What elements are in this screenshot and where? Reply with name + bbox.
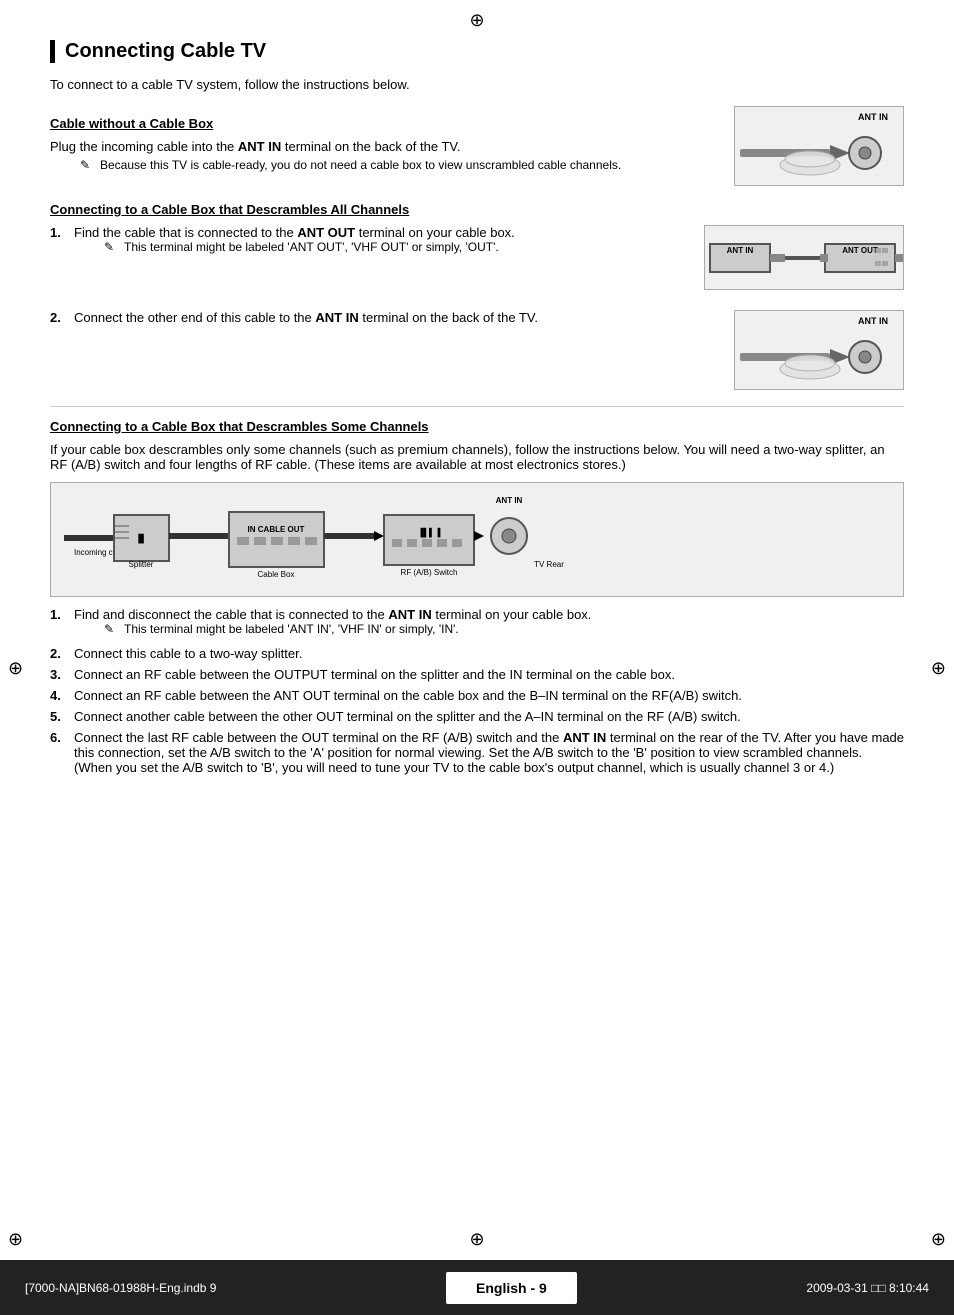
footer-center: English - 9	[476, 1280, 547, 1296]
section3: Connecting to a Cable Box that Descrambl…	[50, 419, 904, 775]
step-number-2: 2.	[50, 310, 74, 325]
intro-text: To connect to a cable TV system, follow …	[50, 77, 904, 92]
ant-out-diagram: ANT IN ANT OUT	[704, 225, 904, 290]
section2: Connecting to a Cable Box that Descrambl…	[50, 202, 904, 390]
s3-step4-content: Connect an RF cable between the ANT OUT …	[74, 688, 904, 703]
step-content: Find the cable that is connected to the …	[74, 225, 684, 258]
reg-mark-right: ⊕	[931, 658, 946, 679]
svg-text:▐▌▌▐: ▐▌▌▐	[418, 527, 441, 538]
footer-bar: [7000-NA]BN68-01988H-Eng.indb 9 English …	[0, 1260, 954, 1315]
svg-text:ANT OUT: ANT OUT	[842, 246, 878, 255]
section3-title: Connecting to a Cable Box that Descrambl…	[50, 419, 904, 434]
main-diagram: Incoming cable ▐▌ Splitter IN CABLE OUT	[50, 482, 904, 597]
s3-step-num-4: 4.	[50, 688, 74, 703]
s3-step-num-3: 3.	[50, 667, 74, 682]
section2-step2: 2. Connect the other end of this cable t…	[50, 310, 714, 325]
s3-step2-content: Connect this cable to a two-way splitter…	[74, 646, 904, 661]
section3-intro: If your cable box descrambles only some …	[50, 442, 904, 472]
reg-mark-left: ⊕	[8, 658, 23, 679]
section2-step2-row: 2. Connect the other end of this cable t…	[50, 310, 904, 390]
footer-center-box: English - 9	[446, 1272, 577, 1304]
svg-text:IN CABLE OUT: IN CABLE OUT	[248, 525, 305, 534]
section2-step1-content: 1. Find the cable that is connected to t…	[50, 225, 704, 264]
section2-step1: 1. Find the cable that is connected to t…	[50, 225, 684, 258]
svg-text:ANT IN: ANT IN	[496, 496, 523, 505]
s3-step-num-2: 2.	[50, 646, 74, 661]
section3-note1: ✎ This terminal might be labeled 'ANT IN…	[104, 622, 904, 636]
section1: Cable without a Cable Box Plug the incom…	[50, 106, 904, 186]
footer-right: 2009-03-31 □□ 8:10:44	[806, 1281, 929, 1295]
section3-step1: 1. Find and disconnect the cable that is…	[50, 607, 904, 640]
section2-note1: ✎ This terminal might be labeled 'ANT OU…	[104, 240, 684, 254]
ant-out-svg: ANT IN ANT OUT	[705, 226, 905, 291]
section1-body: Plug the incoming cable into the ANT IN …	[50, 139, 714, 154]
divider	[50, 406, 904, 407]
section3-step6: 6. Connect the last RF cable between the…	[50, 730, 904, 775]
reg-mark-bottom: ⊕	[469, 1229, 484, 1250]
section3-step2: 2. Connect this cable to a two-way split…	[50, 646, 904, 661]
s3-step1-content: Find and disconnect the cable that is co…	[74, 607, 904, 640]
svg-text:RF (A/B) Switch: RF (A/B) Switch	[401, 568, 458, 577]
note-icon-3: ✎	[104, 622, 120, 636]
connector-svg-2	[735, 311, 905, 391]
ant-in-diagram-2: ANT IN	[734, 310, 904, 390]
step2-content: Connect the other end of this cable to t…	[74, 310, 714, 325]
reg-mark-bottom-left: ⊕	[8, 1229, 23, 1250]
main-diagram-svg: Incoming cable ▐▌ Splitter IN CABLE OUT	[59, 487, 895, 592]
page: ⊕ ⊕ ⊕ Connecting Cable TV To connect to …	[0, 0, 954, 1315]
note-icon-2: ✎	[104, 240, 120, 254]
section2-step1-row: 1. Find the cable that is connected to t…	[50, 225, 904, 290]
section2-step2-content: 2. Connect the other end of this cable t…	[50, 310, 734, 331]
svg-text:ANT IN: ANT IN	[727, 246, 754, 255]
svg-text:Cable Box: Cable Box	[258, 570, 295, 579]
reg-mark-top: ⊕	[469, 10, 484, 31]
section1-content: Cable without a Cable Box Plug the incom…	[50, 106, 734, 176]
footer-left: [7000-NA]BN68-01988H-Eng.indb 9	[25, 1281, 216, 1295]
ant-in-diagram-1: ANT IN	[734, 106, 904, 186]
section1-title: Cable without a Cable Box	[50, 116, 714, 131]
section3-step3: 3. Connect an RF cable between the OUTPU…	[50, 667, 904, 682]
step-number: 1.	[50, 225, 74, 258]
svg-text:▐▌: ▐▌	[135, 533, 146, 544]
svg-text:Splitter: Splitter	[129, 560, 154, 569]
s3-step-num-5: 5.	[50, 709, 74, 724]
reg-mark-bottom-right: ⊕	[931, 1229, 946, 1250]
section1-note: ✎ Because this TV is cable-ready, you do…	[80, 158, 714, 172]
connector-svg-1	[735, 107, 905, 187]
s3-step-num-1: 1.	[50, 607, 74, 640]
s3-step5-content: Connect another cable between the other …	[74, 709, 904, 724]
section-title: Connecting Cable TV	[50, 40, 904, 63]
svg-text:TV Rear: TV Rear	[534, 560, 564, 569]
s3-step-num-6: 6.	[50, 730, 74, 775]
section3-step5: 5. Connect another cable between the oth…	[50, 709, 904, 724]
s3-step6-content: Connect the last RF cable between the OU…	[74, 730, 904, 775]
s3-step3-content: Connect an RF cable between the OUTPUT t…	[74, 667, 904, 682]
section3-step4: 4. Connect an RF cable between the ANT O…	[50, 688, 904, 703]
note-icon: ✎	[80, 158, 96, 172]
section2-title: Connecting to a Cable Box that Descrambl…	[50, 202, 904, 217]
